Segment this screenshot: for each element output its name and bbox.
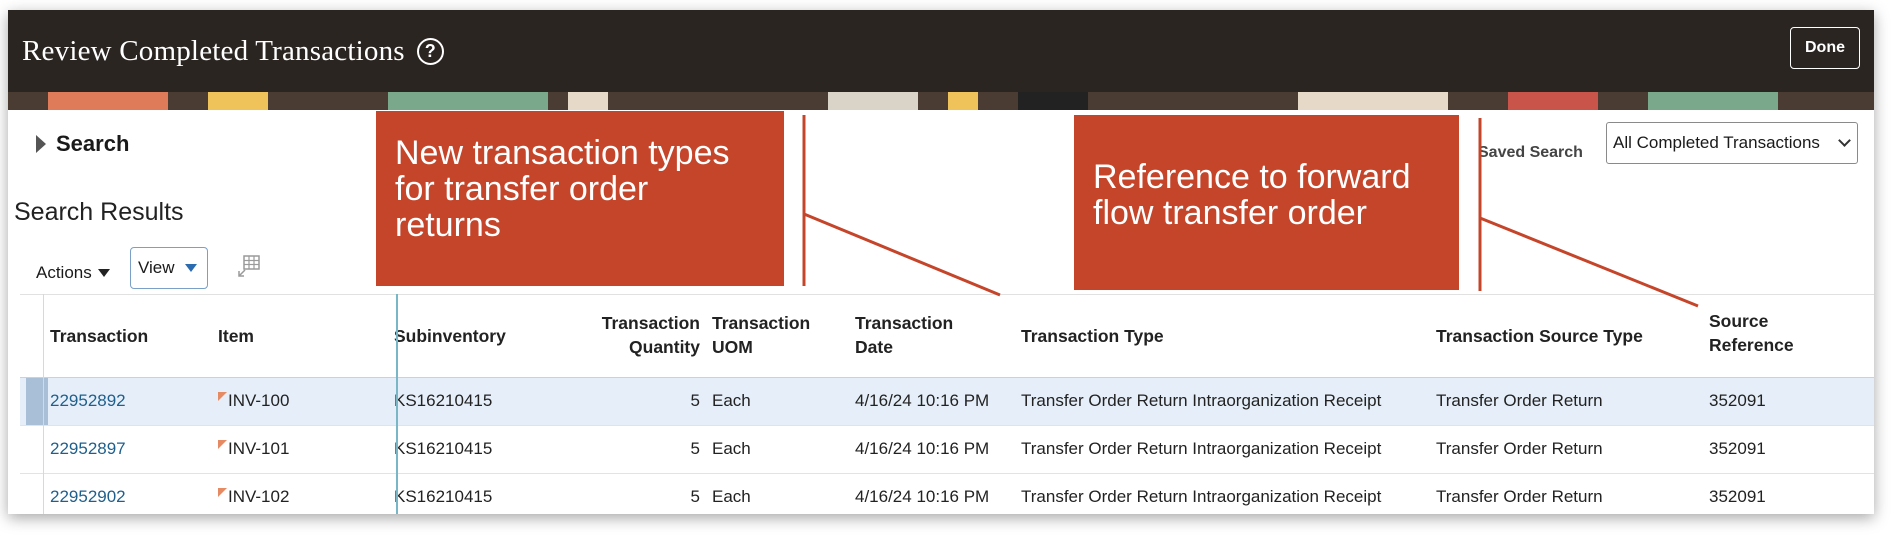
col-header-transaction-type[interactable]: Transaction Type <box>1021 324 1164 348</box>
col-header-source-ref-line1: Source <box>1709 311 1769 331</box>
col-header-quantity[interactable]: Transaction Quantity <box>580 311 700 359</box>
col-header-source-reference[interactable]: Source Reference <box>1709 309 1794 357</box>
flag-icon <box>218 488 227 497</box>
table-row[interactable]: 22952902 INV-102 KS16210415 5 Each 4/16/… <box>20 474 1874 514</box>
subinventory-cell: KS16210415 <box>394 391 493 410</box>
search-label: Search <box>56 131 130 156</box>
transaction-type-cell: Transfer Order Return Intraorganization … <box>1021 391 1382 410</box>
subinventory-cell: KS16210415 <box>394 439 493 458</box>
page-title: Review Completed Transactions <box>22 34 405 67</box>
item-cell: INV-102 <box>218 487 289 507</box>
row-selector-divider <box>43 294 44 514</box>
source-type-cell: Transfer Order Return <box>1436 439 1603 458</box>
expand-triangle-icon <box>36 135 46 153</box>
page-header: Review Completed Transactions ? Done <box>8 10 1874 92</box>
table-header: Transaction Item Subinventory Transactio… <box>20 294 1874 378</box>
uom-cell: Each <box>712 487 751 506</box>
leader-right-diagonal <box>1479 216 1699 308</box>
transaction-type-cell: Transfer Order Return Intraorganization … <box>1021 487 1382 506</box>
col-header-date-line1: Transaction <box>855 313 954 333</box>
item-cell: INV-101 <box>218 439 289 459</box>
date-cell: 4/16/24 10:16 PM <box>855 487 990 506</box>
subinventory-cell: KS16210415 <box>394 487 493 506</box>
row-selector[interactable] <box>26 378 48 425</box>
source-reference-cell: 352091 <box>1709 487 1766 506</box>
quantity-cell: 5 <box>690 391 700 410</box>
dropdown-triangle-icon <box>184 264 197 272</box>
callout-right-line1: Reference to forward <box>1093 158 1411 196</box>
col-header-uom[interactable]: Transaction UOM <box>712 311 810 359</box>
dropdown-triangle-icon <box>97 269 110 277</box>
col-header-uom-line2: UOM <box>712 337 753 357</box>
col-header-transaction[interactable]: Transaction <box>50 324 148 348</box>
item-cell: INV-100 <box>218 391 289 411</box>
view-label: View <box>138 258 175 277</box>
search-disclosure[interactable]: Search <box>36 131 129 157</box>
col-header-source-ref-line2: Reference <box>1709 335 1794 355</box>
saved-search-value: All Completed Transactions <box>1613 133 1820 152</box>
callout-source-reference: Reference to forward flow transfer order <box>1074 115 1459 290</box>
callout-left-line3: returns <box>395 206 501 244</box>
col-header-date[interactable]: Transaction Date <box>855 311 953 359</box>
col-header-uom-line1: Transaction <box>712 313 811 333</box>
table-row[interactable]: 22952892 INV-100 KS16210415 5 Each 4/16/… <box>20 378 1874 426</box>
source-reference-cell: 352091 <box>1709 439 1766 458</box>
leader-left-diagonal <box>803 212 1001 297</box>
view-menu[interactable]: View <box>130 247 208 289</box>
uom-cell: Each <box>712 439 751 458</box>
item-value: INV-101 <box>228 439 290 458</box>
saved-search-label: Saved Search <box>1478 144 1583 161</box>
transaction-link[interactable]: 22952892 <box>50 391 126 411</box>
quantity-cell: 5 <box>690 439 700 458</box>
flag-icon <box>218 440 227 449</box>
source-reference-cell: 352091 <box>1709 391 1766 410</box>
transaction-type-cell: Transfer Order Return Intraorganization … <box>1021 439 1382 458</box>
date-cell: 4/16/24 10:16 PM <box>855 391 990 410</box>
item-value: INV-100 <box>228 391 290 410</box>
done-button[interactable]: Done <box>1790 27 1860 69</box>
callout-new-transaction-types: New transaction types for transfer order… <box>376 111 784 286</box>
uom-cell: Each <box>712 391 751 410</box>
help-icon[interactable]: ? <box>416 37 444 65</box>
date-cell: 4/16/24 10:16 PM <box>855 439 990 458</box>
table-row[interactable]: 22952897 INV-101 KS16210415 5 Each 4/16/… <box>20 426 1874 474</box>
quantity-cell: 5 <box>690 487 700 506</box>
frozen-column-divider <box>396 294 398 514</box>
col-header-item[interactable]: Item <box>218 324 254 348</box>
callout-right-line2: flow transfer order <box>1093 194 1367 232</box>
actions-menu[interactable]: Actions <box>36 263 110 283</box>
callout-left-line2: for transfer order <box>395 170 649 208</box>
row-selector[interactable] <box>26 474 48 514</box>
search-results-title: Search Results <box>14 198 184 226</box>
col-header-date-line2: Date <box>855 337 893 357</box>
row-selector[interactable] <box>26 426 48 473</box>
col-header-quantity-line1: Transaction <box>601 313 700 333</box>
source-type-cell: Transfer Order Return <box>1436 391 1603 410</box>
flag-icon <box>218 392 227 401</box>
detach-table-icon[interactable] <box>236 253 262 279</box>
col-header-quantity-line2: Quantity <box>629 337 700 357</box>
actions-label: Actions <box>36 263 92 282</box>
source-type-cell: Transfer Order Return <box>1436 487 1603 506</box>
transaction-link[interactable]: 22952902 <box>50 487 126 507</box>
chevron-down-icon <box>1838 134 1851 147</box>
col-header-subinventory[interactable]: Subinventory <box>394 324 506 348</box>
item-value: INV-102 <box>228 487 290 506</box>
saved-search-select[interactable]: All Completed Transactions <box>1606 122 1858 164</box>
callout-left-line1: New transaction types <box>395 134 730 172</box>
app-window: Review Completed Transactions ? Done Sea… <box>8 10 1874 514</box>
decorative-banner <box>8 92 1874 110</box>
col-header-source-type[interactable]: Transaction Source Type <box>1436 324 1643 348</box>
transaction-link[interactable]: 22952897 <box>50 439 126 459</box>
